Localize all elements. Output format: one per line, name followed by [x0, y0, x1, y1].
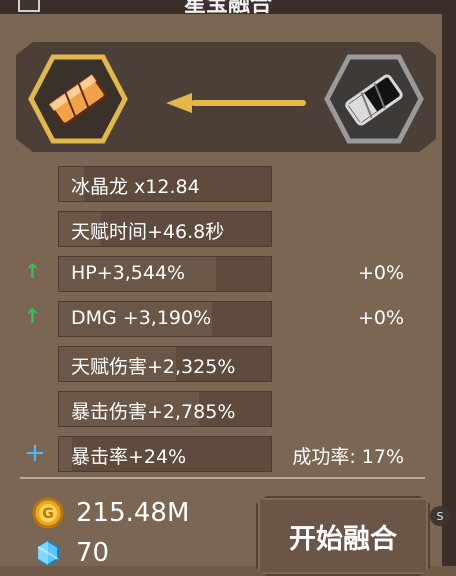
left-arrow-icon	[166, 90, 306, 114]
gray-crystal-icon	[324, 54, 424, 144]
stat-label: 冰晶龙 x12.84	[71, 176, 200, 198]
right-edge	[442, 0, 456, 566]
stat-label: 天赋伤害+2,325%	[71, 356, 236, 378]
source-item-slot[interactable]	[28, 54, 128, 144]
diamond-icon	[37, 539, 59, 567]
fusion-panel: 冰晶龙 x12.84 天赋时间+46.8秒 ↑ HP+3,544% +0% ↑ DMG +3…	[0, 14, 450, 576]
stat-row: 暴击率+24%	[58, 436, 272, 472]
svg-text:G: G	[42, 506, 54, 522]
up-arrow-icon: ↑	[24, 304, 41, 328]
orange-crystal-icon	[28, 54, 128, 144]
up-arrow-icon: ↑	[24, 259, 41, 283]
divider	[20, 477, 425, 479]
stat-label: 暴击率+24%	[71, 446, 187, 468]
stat-label: 暴击伤害+2,785%	[71, 401, 236, 423]
stat-row: HP+3,544%	[58, 256, 272, 292]
s-badge: S	[430, 506, 450, 526]
stat-bonus: +0%	[357, 262, 404, 284]
arrow-head	[166, 93, 192, 113]
stat-row: 天赋伤害+2,325%	[58, 346, 272, 382]
fusion-banner	[16, 42, 436, 152]
gold-coin-icon: G	[32, 497, 64, 529]
stat-row: 天赋时间+46.8秒	[58, 211, 272, 247]
target-item-slot[interactable]	[324, 54, 424, 144]
plus-icon: +	[24, 438, 46, 468]
stat-label: 天赋时间+46.8秒	[71, 221, 225, 243]
gold-amount: 215.48M	[76, 498, 190, 528]
gem-amount: 70	[76, 538, 110, 568]
stat-row: 冰晶龙 x12.84	[58, 166, 272, 202]
stat-label: DMG +3,190%	[71, 307, 212, 329]
stat-row: DMG +3,190%	[58, 301, 272, 337]
success-rate: 成功率: 17%	[292, 446, 404, 468]
stat-fill	[59, 437, 72, 471]
top-strip: 星宝融合	[0, 0, 456, 17]
stat-row: 暴击伤害+2,785%	[58, 391, 272, 427]
arrow-shaft	[191, 100, 306, 106]
stat-bonus: +0%	[357, 307, 404, 329]
stat-label: HP+3,544%	[71, 262, 186, 284]
start-fusion-button[interactable]: 开始融合	[256, 496, 430, 576]
